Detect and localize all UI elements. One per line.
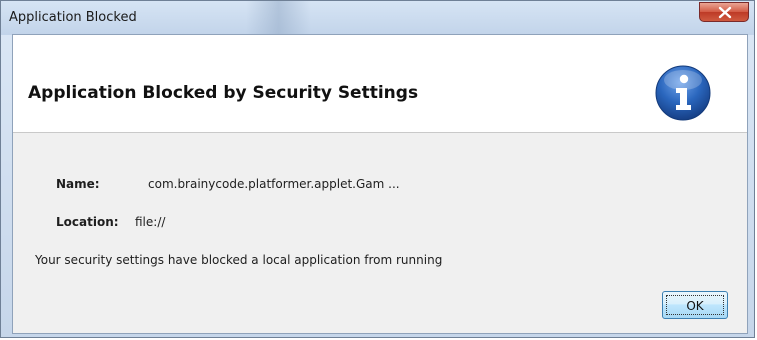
close-button[interactable] [699,2,749,22]
ok-button[interactable]: OK [662,291,728,319]
ok-button-label: OK [686,299,704,313]
close-icon [718,6,732,19]
name-label: Name: [56,177,100,191]
dialog-heading: Application Blocked by Security Settings [28,83,419,103]
dialog-body: Application Blocked by Security Settings… [12,34,748,334]
location-value: file:// [135,215,166,229]
dialog-window: Application Blocked Application Blocked … [0,0,755,338]
window-title: Application Blocked [9,10,137,25]
location-label: Location: [56,215,119,229]
titlebar-glass [246,1,311,35]
blocked-message: Your security settings have blocked a lo… [35,253,443,267]
title-bar[interactable]: Application Blocked [1,1,754,35]
info-icon [655,65,711,121]
header-banner: Application Blocked by Security Settings [13,35,747,133]
name-value: com.brainycode.platformer.applet.Gam ... [148,177,400,191]
